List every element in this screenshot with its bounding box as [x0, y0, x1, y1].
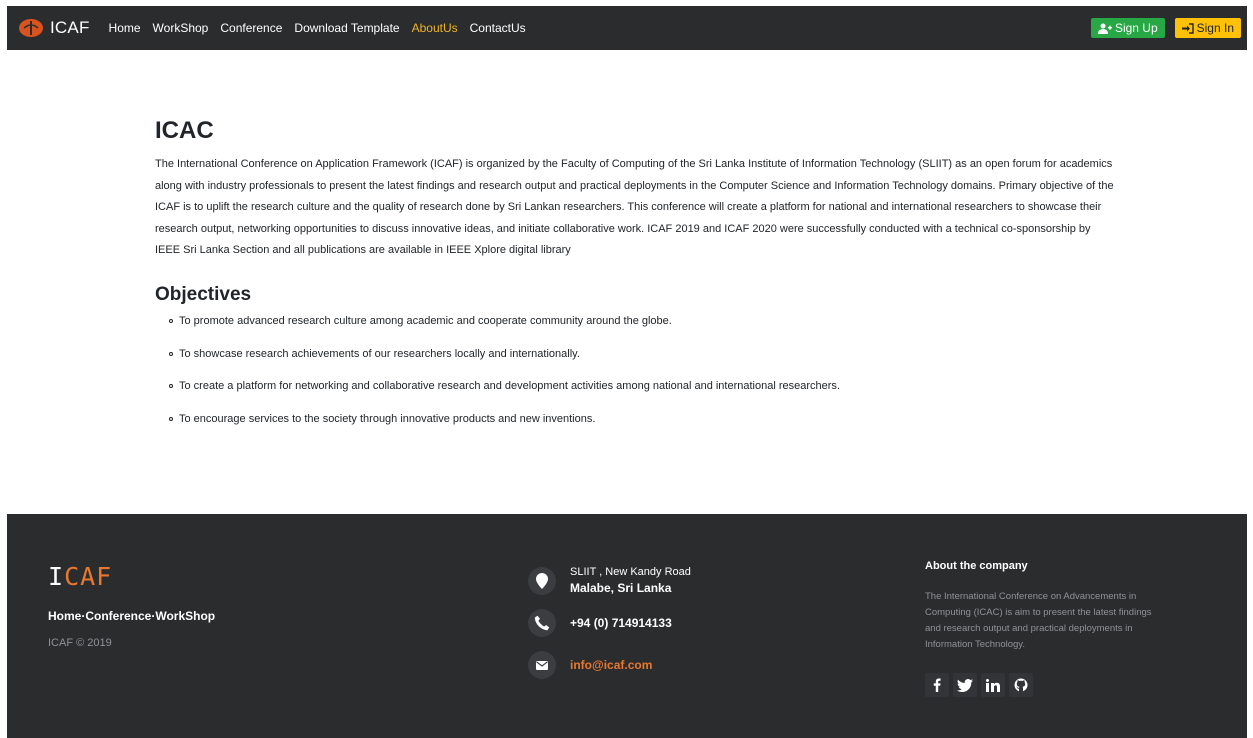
linkedin-icon[interactable] [981, 673, 1005, 697]
page-title: ICAC [155, 117, 214, 144]
phone-icon [528, 609, 556, 637]
objective-text: To showcase research achievements of our… [179, 347, 580, 360]
footer-brand-column: ICAF Home·Conference·WorkShop ICAF © 201… [48, 562, 215, 649]
nav-link-workshop[interactable]: WorkShop [153, 21, 209, 35]
bullet-icon [169, 384, 173, 389]
objective-item: To promote advanced research culture amo… [169, 314, 1115, 328]
footer-links[interactable]: Home·Conference·WorkShop [48, 609, 215, 623]
objective-text: To create a platform for networking and … [179, 380, 840, 393]
objective-item: To create a platform for networking and … [169, 379, 1115, 393]
top-navbar: ICAF Home WorkShop Conference Download T… [7, 6, 1247, 50]
sign-up-label: Sign Up [1114, 21, 1158, 35]
email-link[interactable]: info@icaf.com [570, 658, 652, 672]
brand-logo-icon [17, 17, 45, 39]
nav-link-home[interactable]: Home [109, 21, 141, 35]
footer-logo-rest: CAF [64, 562, 113, 591]
footer-about-column: About the company The International Conf… [925, 560, 1165, 697]
user-plus-icon [1097, 23, 1112, 34]
objectives-title: Objectives [155, 283, 252, 305]
intro-paragraph: The International Conference on Applicat… [155, 158, 1114, 257]
footer-copyright: ICAF © 2019 [48, 637, 112, 649]
objective-text: To encourage services to the society thr… [179, 413, 596, 426]
sign-up-button[interactable]: Sign Up [1090, 18, 1165, 38]
sign-in-button[interactable]: Sign In [1174, 18, 1241, 38]
address-line-2: Malabe, Sri Lanka [570, 581, 672, 595]
twitter-icon[interactable] [953, 673, 977, 697]
contact-address: SLIIT , New Kandy Road Malabe, Sri Lanka [528, 566, 691, 595]
footer-logo-first: I [48, 562, 65, 591]
auth-buttons: Sign Up Sign In [1090, 18, 1241, 38]
about-text: The International Conference on Advancem… [925, 591, 1152, 650]
about-section: ICAC The International Conference on App… [155, 117, 1115, 445]
bullet-icon [169, 318, 173, 323]
bullet-icon [169, 351, 173, 356]
nav-link-contactus[interactable]: ContactUs [470, 21, 526, 35]
brand[interactable]: ICAF [17, 17, 90, 39]
phone-number[interactable]: +94 (0) 714914133 [570, 616, 672, 630]
envelope-icon [528, 651, 556, 679]
sign-in-icon [1181, 22, 1194, 34]
github-icon[interactable] [1009, 673, 1033, 697]
objective-item: To showcase research achievements of our… [169, 347, 1115, 361]
about-title: About the company [925, 560, 1028, 572]
nav-link-conference[interactable]: Conference [220, 21, 282, 35]
nav-link-download-template[interactable]: Download Template [294, 21, 399, 35]
brand-name: ICAF [50, 18, 90, 37]
bullet-icon [169, 417, 173, 422]
contact-email: info@icaf.com [528, 651, 691, 679]
footer-contact-column: SLIIT , New Kandy Road Malabe, Sri Lanka… [528, 566, 691, 693]
nav-link-aboutus[interactable]: AboutUs [412, 21, 458, 35]
footer-logo[interactable]: ICAF [48, 562, 215, 591]
objective-item: To encourage services to the society thr… [169, 412, 1115, 426]
address-line-1: SLIIT , New Kandy Road [570, 566, 691, 578]
objectives-list: To promote advanced research culture amo… [169, 314, 1115, 426]
nav-links: Home WorkShop Conference Download Templa… [109, 21, 538, 35]
site-footer: ICAF Home·Conference·WorkShop ICAF © 201… [7, 514, 1247, 738]
sign-in-label: Sign In [1196, 21, 1234, 35]
facebook-icon[interactable] [925, 673, 949, 697]
objective-text: To promote advanced research culture amo… [179, 314, 672, 327]
map-marker-icon [528, 566, 556, 595]
contact-phone: +94 (0) 714914133 [528, 609, 691, 637]
social-links [925, 673, 1165, 697]
